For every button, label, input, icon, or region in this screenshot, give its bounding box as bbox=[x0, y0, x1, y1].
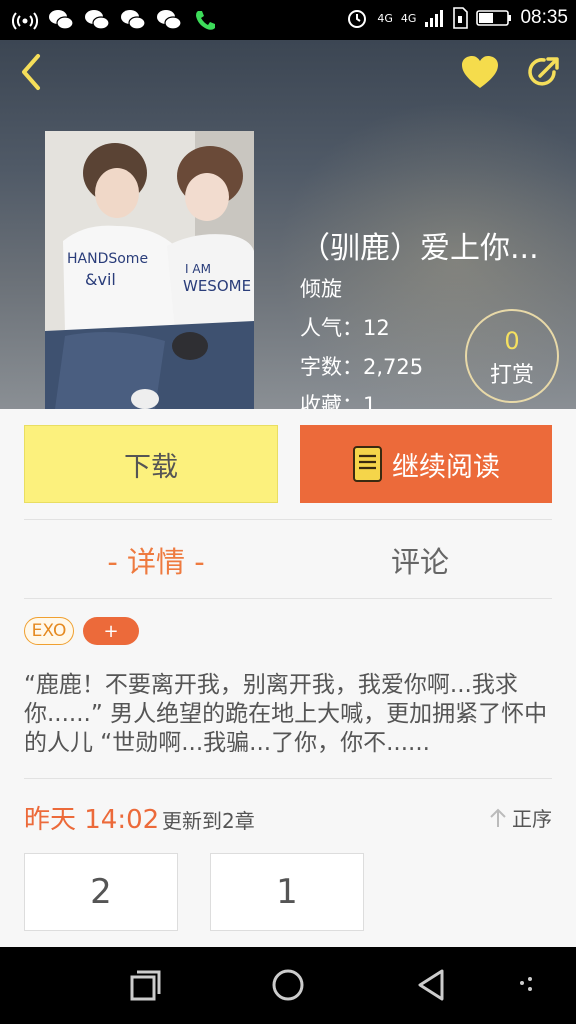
network-type-label: 4G bbox=[377, 11, 393, 25]
book-details-panel: 下载 继续阅读 - 详情 - 评论 EXO + “鹿鹿！不要离开我，别离开我，我… bbox=[0, 409, 576, 947]
book-cover-image[interactable]: HANDSome &vil I AM WESOME bbox=[45, 131, 254, 409]
divider bbox=[24, 778, 552, 779]
continue-reading-label: 继续阅读 bbox=[392, 451, 500, 483]
book-author[interactable]: 倾旋 bbox=[300, 273, 342, 303]
update-date: 昨天 14:02 bbox=[24, 805, 160, 835]
tip-button[interactable]: 0 打赏 bbox=[465, 309, 559, 403]
tag-exo[interactable]: EXO bbox=[24, 617, 74, 645]
navigation-bar bbox=[0, 947, 576, 1024]
cover-shirt-text-4: WESOME bbox=[183, 277, 251, 295]
collections-stat: 收藏：1 bbox=[300, 393, 377, 409]
wechat-icon bbox=[121, 10, 146, 30]
continue-reading-button[interactable]: 继续阅读 bbox=[300, 425, 552, 503]
sort-toggle[interactable]: 正序 bbox=[488, 803, 552, 832]
divider bbox=[24, 598, 552, 599]
status-bar: 4G 4G 08:35 bbox=[0, 0, 576, 40]
arrow-up-icon bbox=[490, 808, 506, 827]
notification-icons bbox=[12, 8, 218, 32]
tab-comments[interactable]: 评论 bbox=[288, 539, 552, 581]
chapter-item[interactable]: 2 bbox=[24, 853, 178, 931]
book-title: （驯鹿）爱上你... bbox=[300, 231, 539, 266]
battery-icon bbox=[476, 10, 512, 26]
book-synopsis[interactable]: “鹿鹿！不要离开我，别离开我，我爱你啊...我求你......” 男人绝望的跪在… bbox=[24, 671, 552, 763]
tip-label: 打赏 bbox=[489, 363, 534, 388]
phone-call-icon bbox=[196, 11, 215, 30]
chapter-item[interactable]: 1 bbox=[210, 853, 364, 931]
add-tag-button[interactable]: + bbox=[83, 617, 139, 645]
cover-shirt-text: HANDSome bbox=[67, 251, 148, 267]
back-arrow-icon[interactable] bbox=[14, 52, 50, 92]
home-icon[interactable] bbox=[266, 965, 310, 1005]
system-icons: 4G 4G 08:35 bbox=[345, 6, 568, 30]
popularity-stat: 人气：12 bbox=[300, 316, 390, 340]
tab-details[interactable]: - 详情 - bbox=[24, 539, 288, 581]
tip-count: 0 bbox=[504, 327, 520, 355]
share-icon[interactable] bbox=[524, 52, 564, 92]
network-type-label-2: 4G bbox=[400, 11, 417, 25]
sort-label: 正序 bbox=[512, 807, 552, 831]
wechat-icon bbox=[85, 10, 110, 30]
alarm-icon bbox=[348, 10, 367, 28]
recent-apps-icon[interactable] bbox=[122, 965, 166, 1005]
back-icon[interactable] bbox=[410, 965, 454, 1005]
cover-shirt-text-2: &vil bbox=[85, 270, 116, 289]
wechat-icon bbox=[49, 10, 74, 30]
download-label: 下载 bbox=[124, 451, 178, 483]
wechat-icon bbox=[157, 10, 182, 30]
book-icon bbox=[353, 446, 382, 482]
cover-shirt-text-3: I AM bbox=[185, 262, 211, 276]
wifi-hotspot-icon bbox=[12, 12, 38, 30]
heart-icon[interactable] bbox=[460, 54, 500, 92]
signal-icon bbox=[425, 10, 444, 27]
download-button[interactable]: 下载 bbox=[24, 425, 278, 503]
divider bbox=[24, 519, 552, 520]
more-dots-icon[interactable] bbox=[506, 965, 550, 1005]
sim-icon bbox=[453, 7, 469, 29]
clock-time: 08:35 bbox=[520, 7, 568, 28]
book-header: HANDSome &vil I AM WESOME （驯鹿）爱上你... 倾旋 … bbox=[0, 40, 576, 409]
word-count-stat: 字数：2,725 bbox=[300, 355, 424, 379]
update-status: 更新到2章 bbox=[162, 809, 255, 833]
